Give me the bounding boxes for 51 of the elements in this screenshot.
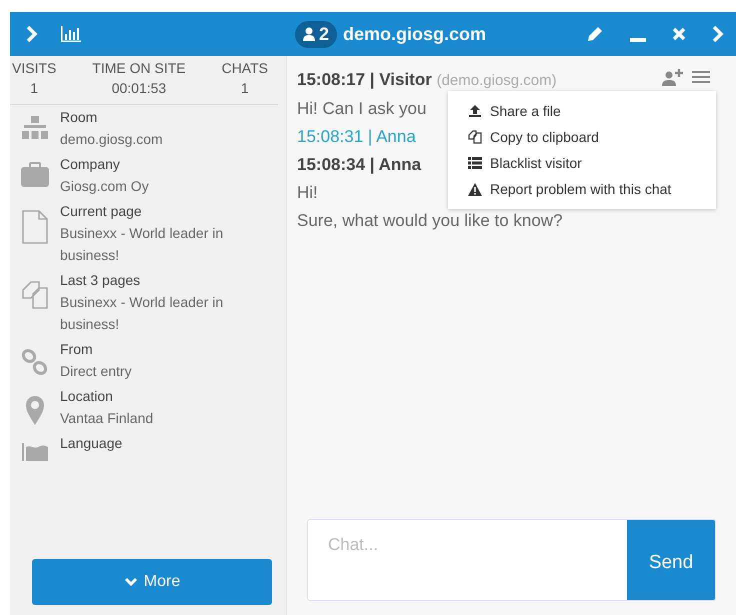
message-header: 15:08:17 | Visitor (demo.giosg.com) <box>297 69 557 91</box>
documents-icon <box>20 278 50 312</box>
menu-item[interactable]: Share a file <box>448 98 716 124</box>
info-value: Businexx - World leader in business! <box>60 224 224 265</box>
briefcase-icon <box>20 162 50 188</box>
info-value: Vantaa Finland <box>60 409 154 428</box>
menu-item[interactable]: Report problem with this chat <box>448 176 716 202</box>
info-label: Company <box>60 156 121 172</box>
stat-label: TIME ON SITE <box>92 60 186 76</box>
info-label: Language <box>60 435 122 451</box>
visitor-count-badge: 2 <box>295 20 338 48</box>
room-title: demo.giosg.com <box>343 24 486 44</box>
info-value: Direct entry <box>60 362 132 381</box>
add-user-icon[interactable] <box>662 68 684 86</box>
more-button[interactable]: More <box>32 559 272 605</box>
info-label: Last 3 pages <box>60 272 142 288</box>
document-icon <box>20 209 50 245</box>
message-text: Hi! <box>297 182 318 204</box>
stat-value: 1 <box>240 80 249 96</box>
message-text: Sure, what would you like to know? <box>297 210 563 232</box>
message-header: 15:08:31 | Anna <box>297 126 416 148</box>
stat-value: 00:01:53 <box>112 80 166 96</box>
menu-item[interactable]: Copy to clipboard <box>448 124 716 150</box>
info-value: Giosg.com Oy <box>60 177 149 196</box>
warning-icon <box>468 182 482 196</box>
info-label: Current page <box>60 203 143 219</box>
message-header: 15:08:34 | Anna <box>297 154 422 176</box>
info-label: Location <box>60 388 114 404</box>
menu-icon[interactable] <box>692 70 710 84</box>
chain-link-icon <box>20 347 50 377</box>
info-value: demo.giosg.com <box>60 130 163 149</box>
info-label: Room <box>60 109 98 125</box>
info-value: Businexx - World leader in business! <box>60 293 224 334</box>
stat-label: VISITS <box>12 60 56 76</box>
upload-icon <box>468 104 482 118</box>
person-icon <box>303 27 315 41</box>
flag-icon <box>20 441 50 461</box>
sitemap-icon <box>20 115 50 141</box>
chevron-right-icon[interactable] <box>712 25 724 43</box>
menu-item[interactable]: Blacklist visitor <box>448 150 716 176</box>
stat-value: 1 <box>30 80 38 96</box>
chevron-right-icon[interactable] <box>26 25 38 43</box>
chevron-down-icon <box>124 577 138 587</box>
info-label: From <box>60 341 94 357</box>
list-icon <box>468 157 482 169</box>
copy-icon <box>468 130 482 144</box>
close-icon[interactable] <box>672 27 686 41</box>
stat-label: CHATS <box>222 60 268 76</box>
pencil-icon[interactable] <box>586 25 604 43</box>
message-text: Hi! Can I ask you <box>297 98 426 120</box>
bar-chart-icon[interactable] <box>60 26 82 42</box>
